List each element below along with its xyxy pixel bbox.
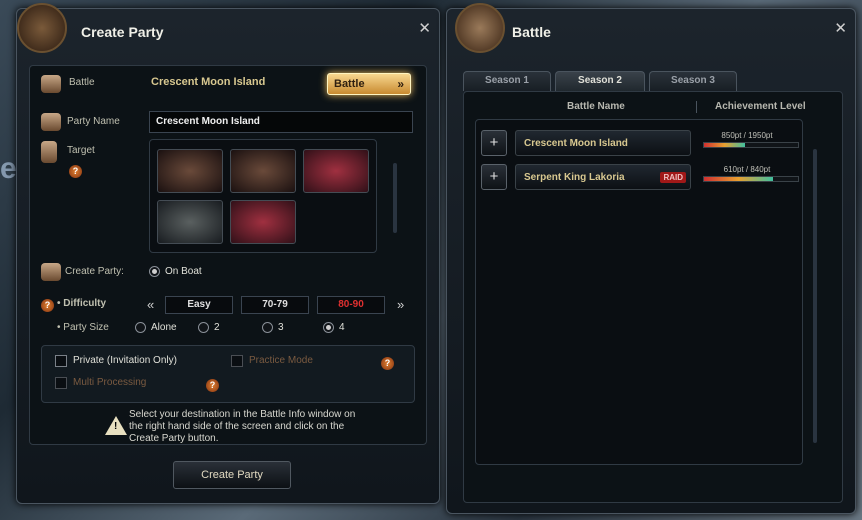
party-name-icon: [41, 113, 61, 131]
achievement-points: 850pt / 1950pt: [721, 131, 773, 140]
raid-badge: RAID: [660, 172, 686, 183]
target-slot[interactable]: [157, 149, 223, 193]
target-slot[interactable]: [230, 149, 296, 193]
battle-button-label: Battle: [334, 78, 365, 90]
difficulty-80-90[interactable]: 80-90: [317, 296, 385, 314]
on-boat-label: On Boat: [165, 266, 202, 277]
window-title: Battle: [512, 24, 551, 40]
difficulty-label: • Difficulty: [57, 298, 107, 309]
create-party-type-label: Create Party:: [65, 266, 124, 277]
close-icon[interactable]: ✕: [834, 19, 847, 37]
close-icon[interactable]: ✕: [418, 19, 431, 37]
party-size-text: Party Size: [63, 322, 109, 333]
achievement-bar: [703, 176, 799, 182]
practice-mode-checkbox[interactable]: [231, 355, 243, 367]
party-size-4-radio[interactable]: [323, 322, 334, 333]
multi-help-icon[interactable]: ?: [206, 379, 219, 392]
battle-label: Battle: [69, 77, 95, 88]
party-size-2-radio[interactable]: [198, 322, 209, 333]
practice-help-icon[interactable]: ?: [381, 357, 394, 370]
create-party-window: Create Party ✕ Battle Crescent Moon Isla…: [16, 3, 440, 504]
create-party-button[interactable]: Create Party: [173, 461, 291, 489]
multi-processing-label: Multi Processing: [73, 377, 147, 388]
add-icon[interactable]: +: [481, 164, 507, 190]
party-size-label: • Party Size: [57, 322, 109, 333]
chevron-left-icon[interactable]: «: [147, 297, 154, 312]
battle-list-scrollbar[interactable]: [813, 149, 817, 443]
target-slot[interactable]: [303, 149, 369, 193]
info-text: Select your destination in the Battle In…: [129, 409, 356, 444]
battle-button[interactable]: Battle »: [327, 73, 411, 95]
tab-season-1[interactable]: Season 1: [463, 71, 551, 91]
column-divider: [696, 101, 697, 113]
difficulty-text: Difficulty: [63, 298, 107, 309]
sword-emblem-icon: [455, 3, 505, 53]
difficulty-easy[interactable]: Easy: [165, 296, 233, 314]
party-size-3-radio[interactable]: [262, 322, 273, 333]
target-label: Target: [67, 145, 95, 156]
private-label: Private (Invitation Only): [73, 355, 177, 366]
on-boat-radio[interactable]: [149, 266, 160, 277]
achievement-bar-fill: [704, 143, 746, 147]
target-scrollbar[interactable]: [393, 163, 397, 233]
party-name-label: Party Name: [67, 116, 120, 127]
col-battle-name: Battle Name: [567, 101, 625, 112]
help-icon[interactable]: ?: [69, 165, 82, 178]
target-hand-icon: [41, 141, 57, 163]
target-slot[interactable]: [230, 200, 296, 244]
chevron-right-icon[interactable]: »: [397, 297, 404, 312]
battle-name: Serpent King Lakoria RAID: [515, 164, 691, 190]
party-members-icon: [41, 263, 61, 281]
achievement-points: 610pt / 840pt: [723, 165, 771, 174]
party-name-input[interactable]: Crescent Moon Island: [149, 111, 413, 133]
battle-icon: [41, 75, 61, 93]
multi-processing-checkbox[interactable]: [55, 377, 67, 389]
boat-emblem-icon: [17, 3, 67, 53]
double-chevron-right-icon: »: [397, 77, 404, 91]
battle-value: Crescent Moon Island: [151, 76, 266, 88]
private-checkbox[interactable]: [55, 355, 67, 367]
battle-name-text: Serpent King Lakoria: [524, 172, 625, 183]
battle-name-text: Crescent Moon Island: [524, 138, 628, 149]
achievement-bar: [703, 142, 799, 148]
party-size-4-label: 4: [339, 322, 345, 333]
col-achievement-level: Achievement Level: [715, 101, 806, 112]
battle-name: Crescent Moon Island: [515, 130, 691, 156]
party-size-2-label: 2: [214, 322, 220, 333]
add-icon[interactable]: +: [481, 130, 507, 156]
tab-season-2[interactable]: Season 2: [555, 71, 645, 91]
party-size-3-label: 3: [278, 322, 284, 333]
target-slot[interactable]: [157, 200, 223, 244]
difficulty-help-icon[interactable]: ?: [41, 299, 54, 312]
options-box: [41, 345, 415, 403]
practice-mode-label: Practice Mode: [249, 355, 313, 366]
background-text-fragment: e: [0, 152, 17, 185]
window-title: Create Party: [81, 24, 164, 40]
difficulty-70-79[interactable]: 70-79: [241, 296, 309, 314]
battle-window: Battle ✕ Season 1 Season 2 Season 3 Batt…: [446, 3, 856, 514]
warning-icon: !: [105, 416, 127, 435]
achievement-bar-fill: [704, 177, 773, 181]
tab-season-3[interactable]: Season 3: [649, 71, 737, 91]
party-size-alone-label: Alone: [151, 322, 177, 333]
party-size-alone-radio[interactable]: [135, 322, 146, 333]
